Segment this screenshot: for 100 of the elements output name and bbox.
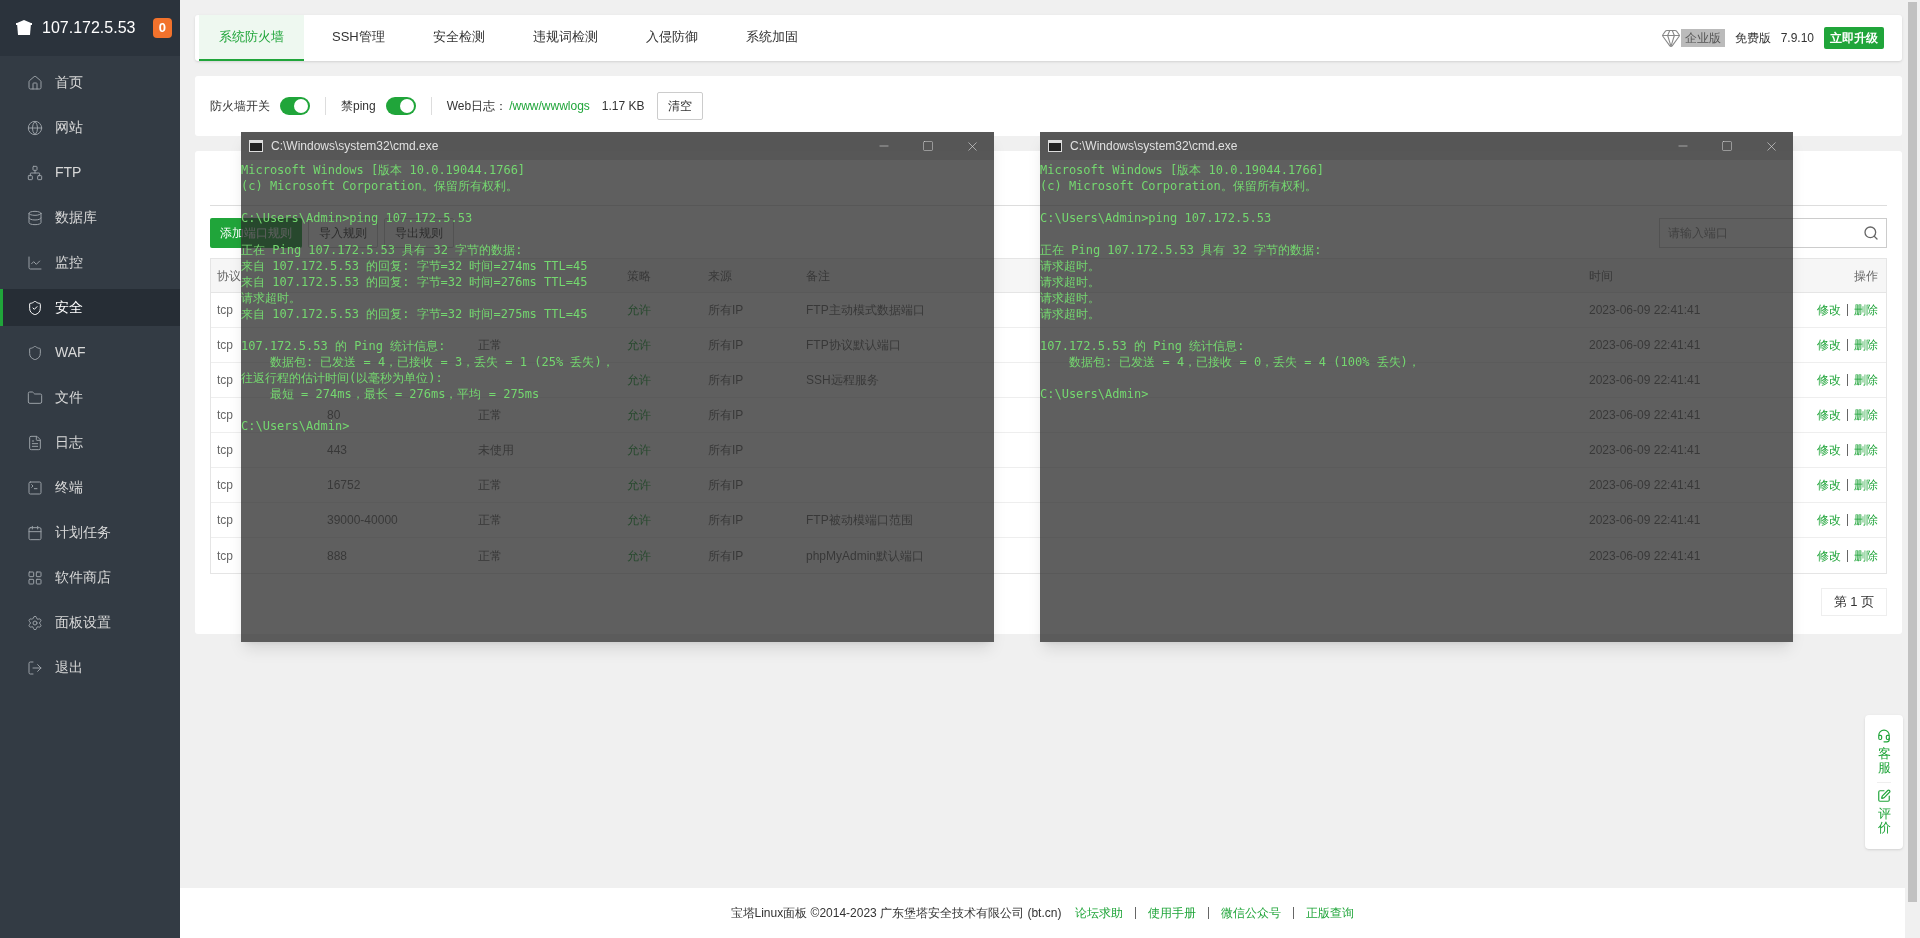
console-line: (c) Microsoft Corporation。保留所有权利。 — [241, 178, 518, 194]
float-panel-item[interactable]: 评价 — [1877, 781, 1891, 842]
table-cell-text: tcp — [217, 337, 233, 354]
grid-icon — [27, 569, 43, 586]
row-action-link[interactable]: 删除 — [1854, 336, 1878, 354]
table-cell-text: tcp — [217, 512, 233, 529]
window-title: C:\Windows\system32\cmd.exe — [271, 138, 439, 155]
sidebar-item[interactable]: 网站 — [0, 109, 180, 146]
folder-icon — [27, 389, 43, 406]
console-line: C:\Users\Admin>ping 107.172.5.53 — [241, 210, 473, 226]
console-line: 请求超时。 — [1040, 274, 1100, 290]
console-line: 最短 = 274ms，最长 = 276ms，平均 = 275ms — [268, 386, 540, 402]
table-cell-text: tcp — [217, 407, 233, 424]
console-line: 数据包: 已发送 = 4，已接收 = 3，丢失 = 1 (25% 丢失)， — [268, 354, 614, 370]
sidebar-item[interactable]: 文件 — [0, 379, 180, 416]
table-cell-text: tcp — [217, 302, 233, 319]
logo-icon — [14, 18, 34, 38]
clear-button[interactable]: 清空 — [656, 92, 703, 120]
console-line: Microsoft Windows [版本 10.0.19044.1766] — [1040, 162, 1325, 178]
window-title: C:\Windows\system32\cmd.exe — [1070, 138, 1238, 155]
console-line: 来自 107.172.5.53 的回复: 字节=32 时间=274ms TTL=45 — [241, 258, 588, 273]
tab[interactable]: 违规词检测 — [512, 15, 618, 61]
console-line: Microsoft Windows [版本 10.0.19044.1766] — [241, 162, 526, 178]
maximize-icon[interactable] — [1721, 140, 1733, 152]
sidebar-item[interactable]: 数据库 — [0, 199, 180, 236]
footer-link[interactable]: 使用手册 — [1148, 904, 1197, 922]
toggle-switch[interactable] — [280, 97, 310, 115]
console-app-icon — [1048, 140, 1062, 152]
calendar-icon — [27, 524, 43, 541]
row-action-link[interactable]: 修改 — [1817, 336, 1841, 354]
toggle-switch[interactable] — [385, 97, 416, 115]
tab[interactable]: 入侵防御 — [625, 15, 718, 61]
database-icon — [27, 209, 43, 226]
footer-link[interactable]: 论坛求助 — [1075, 904, 1124, 922]
table-cell-text: tcp — [217, 372, 233, 389]
copyright-text: 宝塔Linux面板 ©2014-2023 广东堡塔安全技术有限公司 (bt.cn) — [730, 905, 1062, 922]
float-panel-item[interactable]: 客服 — [1877, 723, 1891, 782]
upgrade-button[interactable]: 立即升级 — [1824, 27, 1884, 49]
console-line: 请求超时。 — [1040, 290, 1100, 306]
tab[interactable]: 系统防火墙 — [199, 15, 304, 61]
console-line: C:\Users\Admin> — [1040, 386, 1149, 402]
tab[interactable]: 系统加固 — [725, 15, 818, 61]
footer-link[interactable]: 微信公众号 — [1221, 904, 1282, 922]
console-line: 数据包: 已发送 = 4，已接收 = 0，丢失 = 4 (100% 丢失)， — [1067, 354, 1420, 370]
page-indicator[interactable]: 第 1 页 — [1820, 588, 1887, 616]
row-action-link[interactable]: 修改 — [1817, 511, 1841, 529]
sidebar-item[interactable]: 计划任务 — [0, 514, 180, 551]
chart-icon — [27, 254, 43, 271]
sidebar-item[interactable]: FTP — [0, 154, 180, 191]
console-line: C:\Users\Admin>ping 107.172.5.53 — [1040, 210, 1272, 226]
toggle-label: 防火墙开关 — [210, 98, 270, 115]
sidebar-item[interactable]: 退出 — [0, 649, 180, 686]
shield-check-icon — [27, 299, 43, 316]
row-action-link[interactable]: 删除 — [1854, 476, 1878, 494]
maximize-icon[interactable] — [922, 140, 934, 152]
tab[interactable]: SSH管理 — [312, 15, 405, 61]
console-line: 往返行程的估计时间(以毫秒为单位): — [241, 370, 443, 386]
shield-icon — [27, 344, 43, 361]
terminal-icon — [27, 479, 43, 496]
sidebar-item[interactable]: 面板设置 — [0, 604, 180, 641]
scrollbar[interactable] — [1905, 0, 1920, 938]
globe-icon — [27, 119, 43, 136]
diamond-icon — [1660, 28, 1681, 48]
toggle-label: 禁ping — [341, 98, 376, 115]
table-cell-text: tcp — [217, 442, 233, 459]
logout-icon — [27, 659, 43, 676]
row-action-link[interactable]: 修改 — [1817, 441, 1841, 459]
console-line: 正在 Ping 107.172.5.53 具有 32 字节的数据: — [241, 242, 523, 258]
sidebar-item[interactable]: 首页 — [0, 64, 180, 101]
row-action-link[interactable]: 删除 — [1854, 546, 1878, 565]
row-action-link[interactable]: 修改 — [1817, 301, 1841, 319]
version-number: 7.9.10 — [1780, 30, 1814, 47]
row-action-link[interactable]: 删除 — [1854, 441, 1878, 459]
plan-label: 免费版 — [1734, 30, 1771, 47]
sidebar-item[interactable]: 日志 — [0, 424, 180, 461]
row-action-link[interactable]: 修改 — [1817, 546, 1841, 565]
notification-count[interactable]: 0 — [152, 18, 172, 38]
row-action-link[interactable]: 删除 — [1854, 511, 1878, 529]
console-line: 107.172.5.53 的 Ping 统计信息: — [1040, 338, 1245, 354]
sidebar-item[interactable]: WAF — [0, 334, 180, 371]
row-action-link[interactable]: 修改 — [1817, 406, 1841, 424]
sidebar-item[interactable]: 软件商店 — [0, 559, 180, 596]
row-action-link[interactable]: 修改 — [1817, 476, 1841, 494]
sidebar-item[interactable]: 安全 — [0, 289, 180, 326]
console-line: 请求超时。 — [241, 290, 301, 306]
sidebar-item[interactable]: 终端 — [0, 469, 180, 506]
log-path-link[interactable]: /www/wwwlogs — [509, 97, 590, 115]
console-line: 来自 107.172.5.53 的回复: 字节=32 时间=276ms TTL=45 — [241, 275, 588, 290]
row-action-link[interactable]: 删除 — [1854, 371, 1878, 389]
row-action-link[interactable]: 删除 — [1854, 406, 1878, 424]
search-icon[interactable] — [1863, 225, 1879, 241]
tab[interactable]: 安全检测 — [412, 15, 505, 61]
server-address: 107.172.5.53 — [42, 18, 136, 38]
sidebar-item[interactable]: 监控 — [0, 244, 180, 281]
footer-link[interactable]: 正版查询 — [1306, 904, 1355, 922]
console-line: 正在 Ping 107.172.5.53 具有 32 字节的数据: — [1040, 242, 1322, 258]
home-icon — [27, 74, 43, 91]
row-action-link[interactable]: 修改 — [1817, 371, 1841, 389]
row-action-link[interactable]: 删除 — [1854, 301, 1878, 319]
log-size: 1.17 KB — [601, 98, 645, 115]
